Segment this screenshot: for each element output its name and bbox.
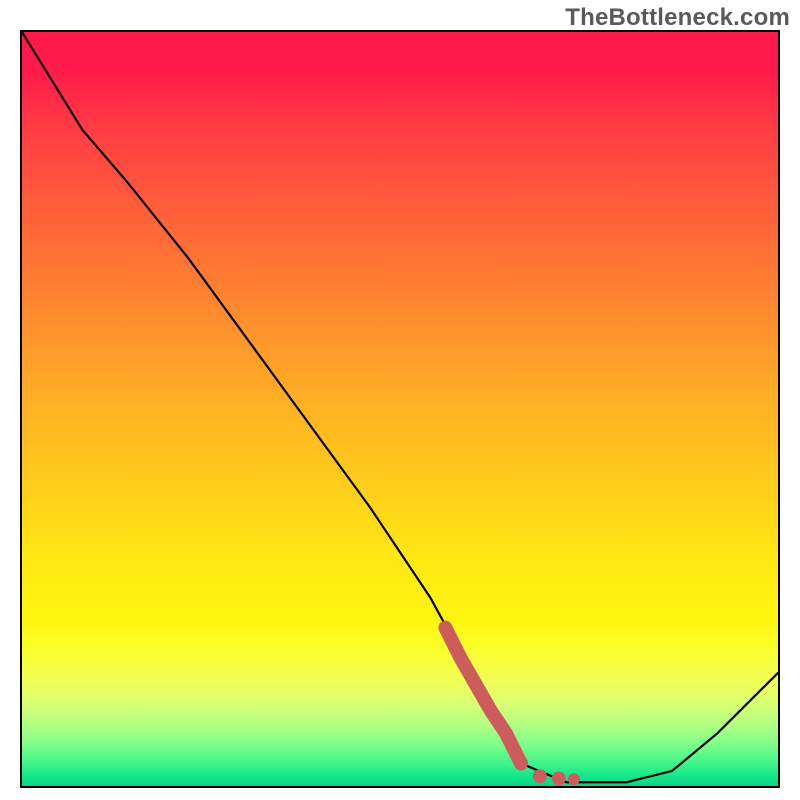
bottleneck-curve <box>22 32 778 782</box>
plot-area <box>20 30 780 788</box>
highlight-stroke <box>445 628 521 764</box>
watermark-text: TheBottleneck.com <box>565 4 790 32</box>
highlight-dot <box>552 771 566 785</box>
chart-frame: TheBottleneck.com <box>0 0 800 800</box>
highlight-dot <box>514 756 528 770</box>
highlight-segment <box>445 628 579 786</box>
highlight-dot <box>568 773 580 785</box>
curve-layer <box>22 32 778 786</box>
highlight-dot <box>533 769 547 783</box>
